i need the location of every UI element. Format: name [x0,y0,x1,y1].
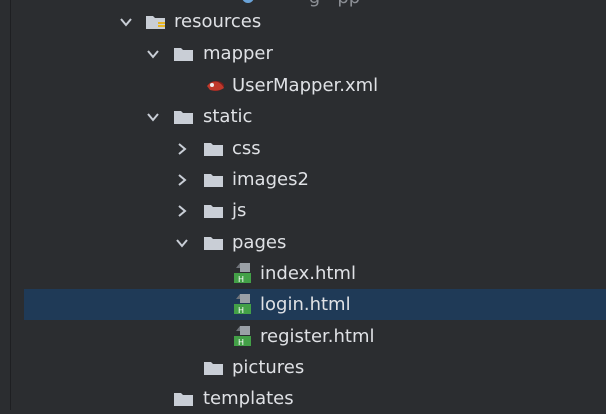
html-file-icon: H [232,326,254,347]
tree-row-mapper[interactable]: mapper [11,38,606,69]
html-file-icon: H [232,263,254,284]
chevron-down-icon[interactable] [145,46,161,62]
tree-row-templates[interactable]: templates [11,383,606,414]
tree-row-pictures[interactable]: pictures [11,352,606,383]
tree-row-usermapper[interactable]: UserMapper.xml [11,70,606,101]
tree-item-label: login.html [260,294,351,315]
folder-icon [173,44,195,64]
tree-item-label: register.html [260,326,375,347]
tree-item-label: index.html [260,263,356,284]
folder-icon [173,389,195,409]
tree-item-label: images2 [232,169,309,190]
tree-row-css[interactable]: css [11,133,606,164]
svg-text:H: H [238,306,244,315]
tree-item-label: pages [232,232,287,253]
tree-row-index-html[interactable]: H index.html [11,258,606,289]
mybatis-xml-icon [204,76,226,96]
svg-text:H: H [238,338,244,347]
chevron-right-icon[interactable] [174,141,190,157]
resources-folder-icon [145,12,167,32]
folder-icon [203,170,225,190]
tree-row-resources[interactable]: resources [11,6,606,37]
chevron-down-icon[interactable] [118,14,134,30]
tree-item-label: mapper [203,43,273,64]
tree-row-register-html[interactable]: H register.html [11,321,606,352]
chevron-right-icon[interactable] [174,203,190,219]
chevron-right-icon[interactable] [174,172,190,188]
folder-icon [203,139,225,159]
svg-text:H: H [238,275,244,284]
tree-row-login-html-selected[interactable]: H login.html [24,289,606,320]
html-file-icon: H [232,294,254,315]
tree-item-label: static [203,106,253,127]
folder-icon [173,107,195,127]
chevron-down-icon[interactable] [174,235,190,251]
chevron-down-icon[interactable] [145,109,161,125]
tree-row-js[interactable]: js [11,195,606,226]
tree-item-label: pictures [232,357,305,378]
project-tree: ········g···pp·· resources mapper [11,0,606,410]
folder-icon [203,233,225,253]
tree-row-images2[interactable]: images2 [11,164,606,195]
folder-icon [203,358,225,378]
left-gutter [0,0,11,410]
tree-row-pages[interactable]: pages [11,227,606,258]
tree-item-label: js [232,200,247,221]
tree-item-label: UserMapper.xml [232,75,379,96]
folder-icon [203,201,225,221]
tree-item-label: css [232,138,261,159]
tree-row-static[interactable]: static [11,101,606,132]
tree-item-label: templates [203,388,294,409]
tree-item-label: resources [174,11,262,32]
